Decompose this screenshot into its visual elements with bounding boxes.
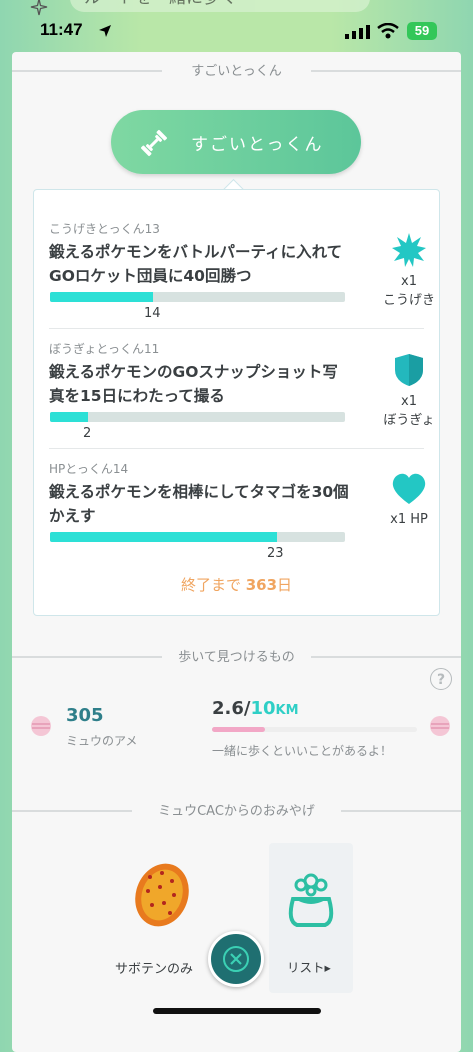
section-header-training: すごいとっくん: [12, 60, 461, 80]
task-description: 鍛えるポケモンをバトルパーティに入れてGOロケット団員に40回勝つ: [49, 243, 343, 285]
task-description: 鍛えるポケモンを相棒にしてタマゴを30個かえす: [49, 483, 349, 525]
souvenir-item-label: サボテンのみ: [115, 962, 194, 977]
buddy-walk-row: 305 ミュウのアメ 2.6/10KM 一緒に歩くといいことがあるよ！: [0, 680, 473, 770]
task-defense: ぼうぎょとっくん11 鍛えるポケモンのGOスナップショット写真を15日にわたって…: [49, 340, 435, 441]
divider: [49, 448, 424, 449]
buddy-distance: 2.6/10KM: [212, 698, 299, 719]
task-reward: x1 ぼうぎょ: [374, 352, 444, 428]
task-reward: x1 こうげき: [374, 232, 444, 308]
candy-name: ミュウのアメ: [66, 734, 138, 748]
task-hp: HPとっくん14 鍛えるポケモンを相棒にしてタマゴを30個かえす 23 x1 H…: [49, 460, 428, 561]
task-progress-count: 23: [267, 546, 284, 561]
training-tasks-card: こうげきとっくん13 鍛えるポケモンをバトルパーティに入れてGOロケット団員に4…: [33, 189, 440, 616]
task-reward: x1 HP: [374, 472, 444, 527]
reward-name: こうげき: [382, 293, 435, 308]
task-progress-bar: [50, 532, 345, 542]
divider: [49, 328, 424, 329]
location-arrow-icon: [99, 25, 111, 37]
cellular-signal-icon: [345, 25, 370, 39]
close-icon: [223, 946, 249, 972]
souvenir-list-button[interactable]: リスト▸: [269, 843, 353, 993]
burst-icon: [392, 233, 426, 267]
buddy-message: 一緒に歩くといいことがあるよ！: [212, 744, 393, 758]
remaining-days: 終了まで 363日: [180, 576, 293, 594]
task-progress-fill: [50, 292, 154, 302]
task-attack: こうげきとっくん13 鍛えるポケモンをバトルパーティに入れてGOロケット団員に4…: [49, 220, 435, 321]
status-time: 11:47: [40, 20, 83, 39]
task-description: 鍛えるポケモンのGOスナップショット写真を15日にわたって撮る: [49, 363, 338, 405]
task-progress-count: 2: [83, 426, 92, 441]
souvenir-list-label: リスト▸: [287, 960, 331, 975]
task-progress-count: 14: [144, 306, 161, 321]
task-progress-bar: [50, 292, 345, 302]
candy-count: 305: [66, 705, 104, 726]
reward-name: ぼうぎょ: [383, 413, 435, 428]
super-training-button[interactable]: すごいとっくん: [111, 110, 361, 174]
task-category: ぼうぎょとっくん11: [49, 342, 160, 356]
gift-bag-icon: [288, 873, 334, 927]
heart-icon: [392, 473, 426, 504]
candy-icon: [31, 716, 51, 736]
route-banner[interactable]: ルートを一緒に歩く: [70, 0, 370, 12]
reward-amount: x1: [401, 394, 417, 409]
section-header-souvenir: ミュウCACからのおみやげ: [12, 800, 461, 820]
task-category: HPとっくん14: [49, 462, 129, 476]
candy-icon: [430, 716, 450, 736]
buddy-distance-fill: [212, 727, 266, 732]
status-bar: 11:47 59: [0, 14, 473, 44]
dumbbell-icon: [140, 129, 168, 157]
home-indicator: [153, 1008, 321, 1014]
super-training-label: すごいとっくん: [191, 135, 324, 155]
buddy-distance-bar: [212, 727, 417, 732]
wifi-icon: [377, 23, 399, 39]
close-button[interactable]: [208, 931, 264, 987]
reward-amount: x1 HP: [390, 512, 428, 527]
task-progress-fill: [50, 532, 278, 542]
battery-indicator: 59: [407, 22, 437, 40]
task-progress-bar: [50, 412, 345, 422]
shield-icon: [395, 354, 423, 386]
section-header-walk: 歩いて見つけるもの: [12, 646, 461, 666]
task-progress-fill: [50, 412, 89, 422]
reward-amount: x1: [401, 274, 417, 289]
task-category: こうげきとっくん13: [49, 222, 160, 236]
